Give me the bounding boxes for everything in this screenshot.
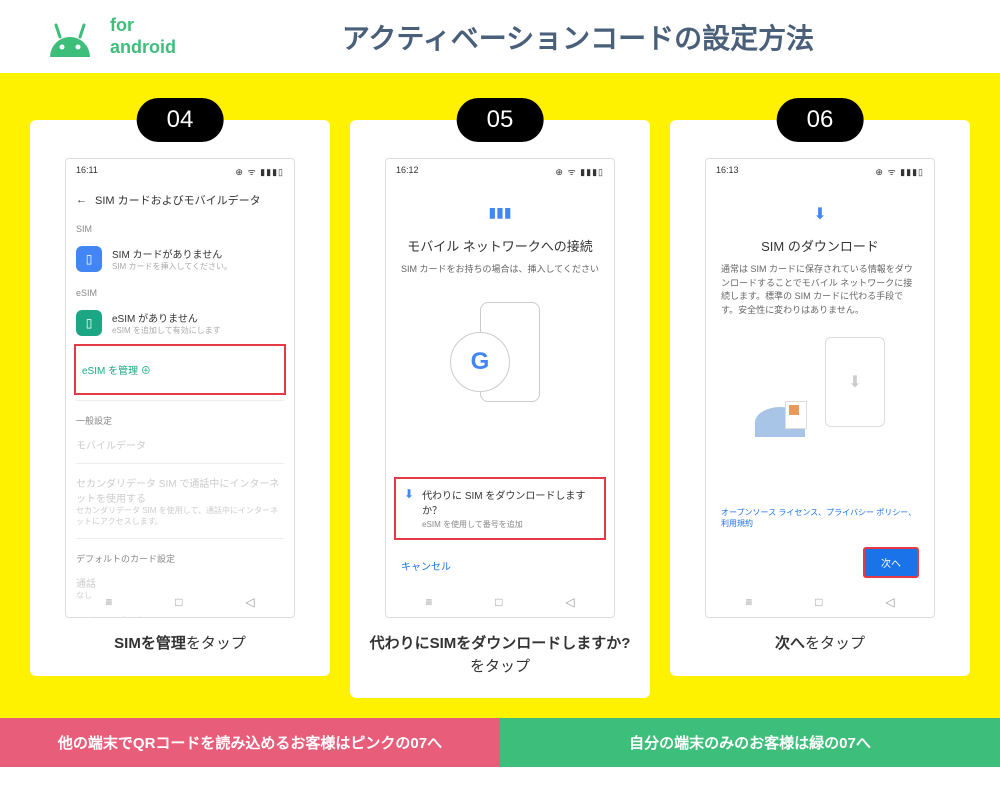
nav-bar: ≡ □ ◁ <box>66 587 294 617</box>
phone-illustration: G <box>460 302 540 422</box>
time: 16:12 <box>396 165 419 178</box>
next-button[interactable]: 次へ <box>863 547 919 578</box>
header: for android アクティベーションコードの設定方法 <box>0 0 1000 73</box>
main-content: 04 16:11 ⊕ ᯤ ▮▮▮▯ ← SIM カードおよびモバイルデータ SI… <box>0 73 1000 718</box>
mobile-data-row: モバイルデータ <box>76 431 284 458</box>
step-06: 06 16:13 ⊕ ᯤ ▮▮▮▯ ⬇ SIM のダウンロード 通常は SIM … <box>670 98 970 698</box>
nav-back-icon[interactable]: ◁ <box>885 595 894 609</box>
highlight-esim-manage: eSIM を管理 ⊕ <box>74 344 286 395</box>
step-number: 06 <box>777 98 864 142</box>
step-05: 05 16:12 ⊕ ᯤ ▮▮▮▯ ▮▮▮ モバイル ネットワークへの接続 SI… <box>350 98 650 698</box>
android-icon <box>40 17 100 57</box>
step-card: 16:13 ⊕ ᯤ ▮▮▮▯ ⬇ SIM のダウンロード 通常は SIM カード… <box>670 120 970 676</box>
phone-screenshot-05: 16:12 ⊕ ᯤ ▮▮▮▯ ▮▮▮ モバイル ネットワークへの接続 SIM カ… <box>385 158 615 618</box>
download-heading: SIM のダウンロード <box>721 236 919 255</box>
status-bar: 16:12 ⊕ ᯤ ▮▮▮▯ <box>386 159 614 184</box>
nav-menu-icon[interactable]: ≡ <box>745 595 752 609</box>
cloud-illustration: ⬇ <box>750 337 890 437</box>
nav-back-icon[interactable]: ◁ <box>245 595 254 609</box>
esim-row[interactable]: ▯ eSIM がありません eSIM を追加して有効にします <box>76 302 284 344</box>
phone-outline-icon: ⬇ <box>825 337 885 427</box>
general-section-label: 一般設定 <box>76 406 284 431</box>
cancel-button[interactable]: キャンセル <box>396 550 604 581</box>
download-sim-option[interactable]: 代わりに SIM をダウンロードしますか？ eSIM を使用して番号を追加 <box>422 487 596 530</box>
nav-bar: ≡ □ ◁ <box>386 587 614 617</box>
download-icon: ⬇ <box>721 204 919 224</box>
sim-icon: ▯ <box>76 246 102 272</box>
status-bar: 16:11 ⊕ ᯤ ▮▮▮▯ <box>66 159 294 184</box>
settings-header: ← SIM カードおよびモバイルデータ <box>76 184 284 216</box>
highlight-next: 次へ <box>716 537 924 588</box>
step-card: 16:11 ⊕ ᯤ ▮▮▮▯ ← SIM カードおよびモバイルデータ SIM ▯… <box>30 120 330 676</box>
status-icons: ⊕ ᯤ ▮▮▮▯ <box>875 165 924 178</box>
nav-bar: ≡ □ ◁ <box>706 587 934 617</box>
step-04: 04 16:11 ⊕ ᯤ ▮▮▮▯ ← SIM カードおよびモバイルデータ SI… <box>30 98 330 698</box>
step-number: 05 <box>457 98 544 142</box>
phone-screenshot-06: 16:13 ⊕ ᯤ ▮▮▮▯ ⬇ SIM のダウンロード 通常は SIM カード… <box>705 158 935 618</box>
footer: 他の端末でQRコードを読み込めるお客様はピンクの07へ 自分の端末のみのお客様は… <box>0 718 1000 767</box>
screen-title: SIM カードおよびモバイルデータ <box>95 192 261 208</box>
nav-menu-icon[interactable]: ≡ <box>105 595 112 609</box>
footer-green: 自分の端末のみのお客様は緑の07へ <box>500 718 1000 767</box>
google-g-icon: G <box>471 348 490 376</box>
page-title: アクティベーションコードの設定方法 <box>196 17 960 57</box>
step-card: 16:12 ⊕ ᯤ ▮▮▮▯ ▮▮▮ モバイル ネットワークへの接続 SIM カ… <box>350 120 650 698</box>
signal-icon: ▮▮▮ <box>401 204 599 221</box>
default-section-label: デフォルトのカード設定 <box>76 544 284 569</box>
back-icon[interactable]: ← <box>76 194 87 206</box>
sim-card-icon <box>785 401 807 429</box>
status-icons: ⊕ ᯤ ▮▮▮▯ <box>235 165 284 178</box>
nav-home-icon[interactable]: □ <box>815 595 822 609</box>
esim-icon: ▯ <box>76 310 102 336</box>
step-number: 04 <box>137 98 224 142</box>
phone-screenshot-04: 16:11 ⊕ ᯤ ▮▮▮▯ ← SIM カードおよびモバイルデータ SIM ▯… <box>65 158 295 618</box>
sim-card-row[interactable]: ▯ SIM カードがありません SIM カードを挿入してください。 <box>76 238 284 280</box>
status-bar: 16:13 ⊕ ᯤ ▮▮▮▯ <box>706 159 934 184</box>
status-icons: ⊕ ᯤ ▮▮▮▯ <box>555 165 604 178</box>
time: 16:13 <box>716 165 739 178</box>
step-caption: SIMを管理をタップ <box>45 633 315 656</box>
sim-section-label: SIM <box>76 216 284 238</box>
nav-home-icon[interactable]: □ <box>175 595 182 609</box>
download-icon: ⬇ <box>404 487 414 501</box>
esim-section-label: eSIM <box>76 280 284 302</box>
step-caption: 次へをタップ <box>685 633 955 656</box>
secondary-sim-row: セカンダリデータ SIM で通話中にインターネットを使用する セカンダリデータ … <box>76 469 284 533</box>
for-android-label: for android <box>110 15 176 58</box>
highlight-download-sim: ⬇ 代わりに SIM をダウンロードしますか？ eSIM を使用して番号を追加 <box>394 477 606 540</box>
footer-pink: 他の端末でQRコードを読み込めるお客様はピンクの07へ <box>0 718 500 767</box>
time: 16:11 <box>76 165 98 178</box>
esim-manage-link[interactable]: eSIM を管理 ⊕ <box>82 352 278 387</box>
nav-home-icon[interactable]: □ <box>495 595 502 609</box>
android-logo: for android <box>40 15 176 58</box>
step-caption: 代わりにSIMをダウンロードしますか?をタップ <box>365 633 635 678</box>
download-body: 通常は SIM カードに保存されている情報をダウンロードすることでモバイル ネッ… <box>721 263 919 317</box>
connect-heading: モバイル ネットワークへの接続 <box>401 236 599 255</box>
nav-menu-icon[interactable]: ≡ <box>425 595 432 609</box>
nav-back-icon[interactable]: ◁ <box>565 595 574 609</box>
legal-links[interactable]: オープンソース ライセンス、プライバシー ポリシー、利用規約 <box>716 507 924 529</box>
connect-body: SIM カードをお持ちの場合は、挿入してください <box>401 263 599 277</box>
